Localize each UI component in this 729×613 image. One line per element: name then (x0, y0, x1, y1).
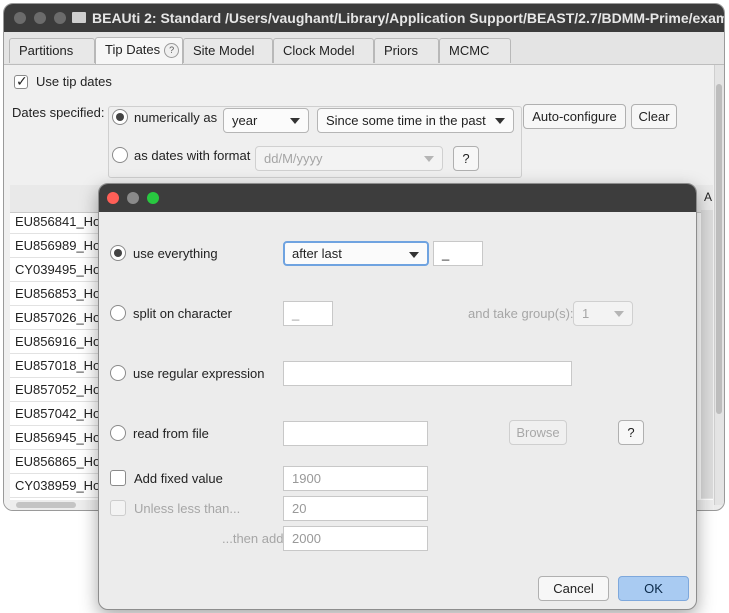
add-fixed-value-label: Add fixed value (134, 471, 223, 486)
tab-priors[interactable]: Priors (374, 38, 439, 63)
table-row[interactable]: EU856853_Hom (10, 282, 104, 306)
table-cell-date[interactable] (701, 426, 713, 451)
use-everything-mode-select[interactable]: after last (283, 241, 429, 266)
table-row[interactable]: CY039495_Hom (10, 258, 104, 282)
table-row[interactable]: EU856841_Hom (10, 210, 104, 234)
date-format-help-button[interactable]: ? (453, 146, 479, 171)
window-title: BEAUti 2: Standard /Users/vaughant/Libra… (92, 10, 725, 26)
minimize-window-button[interactable] (34, 12, 46, 24)
table-cell-date[interactable] (701, 234, 713, 259)
chevron-down-icon (614, 311, 624, 317)
table-row[interactable]: EU856916_Hom (10, 330, 104, 354)
table-cell-date[interactable] (701, 402, 713, 427)
unless-less-than-input[interactable]: 20 (283, 496, 428, 521)
close-window-button[interactable] (14, 12, 26, 24)
unless-less-than-label: Unless less than... (134, 501, 241, 516)
read-file-label: read from file (133, 426, 209, 441)
table-cell-date[interactable] (701, 306, 713, 331)
chevron-down-icon (424, 156, 434, 162)
chevron-down-icon (495, 118, 505, 124)
chevron-down-icon (290, 118, 300, 124)
chevron-down-icon (409, 252, 419, 258)
dialog-minimize-button[interactable] (127, 192, 139, 204)
table-row[interactable]: EU856865_Hom (10, 450, 104, 474)
table-row[interactable]: EU857052_Hom (10, 378, 104, 402)
table-row[interactable]: CY038959_Hom (10, 474, 104, 498)
tab-site-model[interactable]: Site Model (183, 38, 273, 63)
table-cell-date[interactable] (701, 330, 713, 355)
clear-button[interactable]: Clear (631, 104, 677, 129)
tab-mcmc[interactable]: MCMC (439, 38, 511, 63)
as-dates-radio[interactable] (112, 147, 128, 163)
then-add-input[interactable]: 2000 (283, 526, 428, 551)
use-everything-radio[interactable] (110, 245, 126, 261)
numerically-radio[interactable] (112, 109, 128, 125)
table-row[interactable]: EU856989_Hom (10, 234, 104, 258)
table-cell-date[interactable] (701, 258, 713, 283)
tab-strip: Partitions Tip Dates? Site Model Clock M… (4, 32, 724, 65)
vertical-scroll-thumb[interactable] (716, 84, 722, 414)
unit-select[interactable]: year (223, 108, 309, 133)
dialog-titlebar (99, 184, 696, 212)
use-everything-label: use everything (133, 246, 218, 261)
table-cell-date[interactable] (701, 210, 713, 235)
horizontal-scroll-thumb[interactable] (16, 502, 76, 508)
read-file-radio[interactable] (110, 425, 126, 441)
dates-specified-label: Dates specified: (12, 105, 105, 120)
auto-configure-button[interactable]: Auto-configure (523, 104, 626, 129)
guess-dates-dialog: use everything after last _ split on cha… (98, 183, 697, 610)
regex-label: use regular expression (133, 366, 265, 381)
table-cell-date[interactable] (701, 450, 713, 475)
use-everything-char-input[interactable]: _ (433, 241, 483, 266)
read-file-help-button[interactable]: ? (618, 420, 644, 445)
regex-radio[interactable] (110, 365, 126, 381)
use-tip-dates-label: Use tip dates (36, 74, 112, 89)
main-titlebar: BEAUti 2: Standard /Users/vaughant/Libra… (4, 4, 725, 33)
split-character-input[interactable]: _ (283, 301, 333, 326)
then-add-label: ...then add (222, 531, 284, 546)
help-icon[interactable]: ? (164, 43, 180, 58)
table-row[interactable]: EU857042_Hom (10, 402, 104, 426)
document-icon (72, 12, 86, 23)
table-row[interactable]: EU857026_Hom (10, 306, 104, 330)
dialog-zoom-button[interactable] (147, 192, 159, 204)
take-groups-select[interactable]: 1 (573, 301, 633, 326)
table-cell-date[interactable] (701, 282, 713, 307)
add-fixed-value-input[interactable]: 1900 (283, 466, 428, 491)
as-dates-label: as dates with format (134, 148, 251, 163)
table-cell-date[interactable] (701, 378, 713, 403)
tab-partitions[interactable]: Partitions (9, 38, 95, 63)
split-character-radio[interactable] (110, 305, 126, 321)
numerically-label: numerically as (134, 110, 218, 125)
split-character-label: split on character (133, 306, 232, 321)
unless-less-than-checkbox[interactable] (110, 500, 126, 516)
file-path-input[interactable] (283, 421, 428, 446)
add-fixed-value-checkbox[interactable] (110, 470, 126, 486)
dialog-close-button[interactable] (107, 192, 119, 204)
table-row[interactable]: EU857018_Hom (10, 354, 104, 378)
tab-clock-model[interactable]: Clock Model (273, 38, 374, 63)
table-row[interactable]: EU856945_Hom (10, 426, 104, 450)
table-cell-date[interactable] (701, 474, 713, 499)
date-format-select[interactable]: dd/M/yyyy (255, 146, 443, 171)
header-column-stub: A (704, 190, 713, 204)
browse-button[interactable]: Browse (509, 420, 567, 445)
tab-tip-dates[interactable]: Tip Dates? (95, 37, 183, 64)
use-tip-dates-checkbox[interactable] (14, 73, 28, 90)
table-cell-date[interactable] (701, 354, 713, 379)
regex-input[interactable] (283, 361, 572, 386)
direction-select[interactable]: Since some time in the past (317, 108, 514, 133)
zoom-window-button[interactable] (54, 12, 66, 24)
take-groups-label: and take group(s): (468, 306, 574, 321)
ok-button[interactable]: OK (618, 576, 689, 601)
cancel-button[interactable]: Cancel (538, 576, 609, 601)
